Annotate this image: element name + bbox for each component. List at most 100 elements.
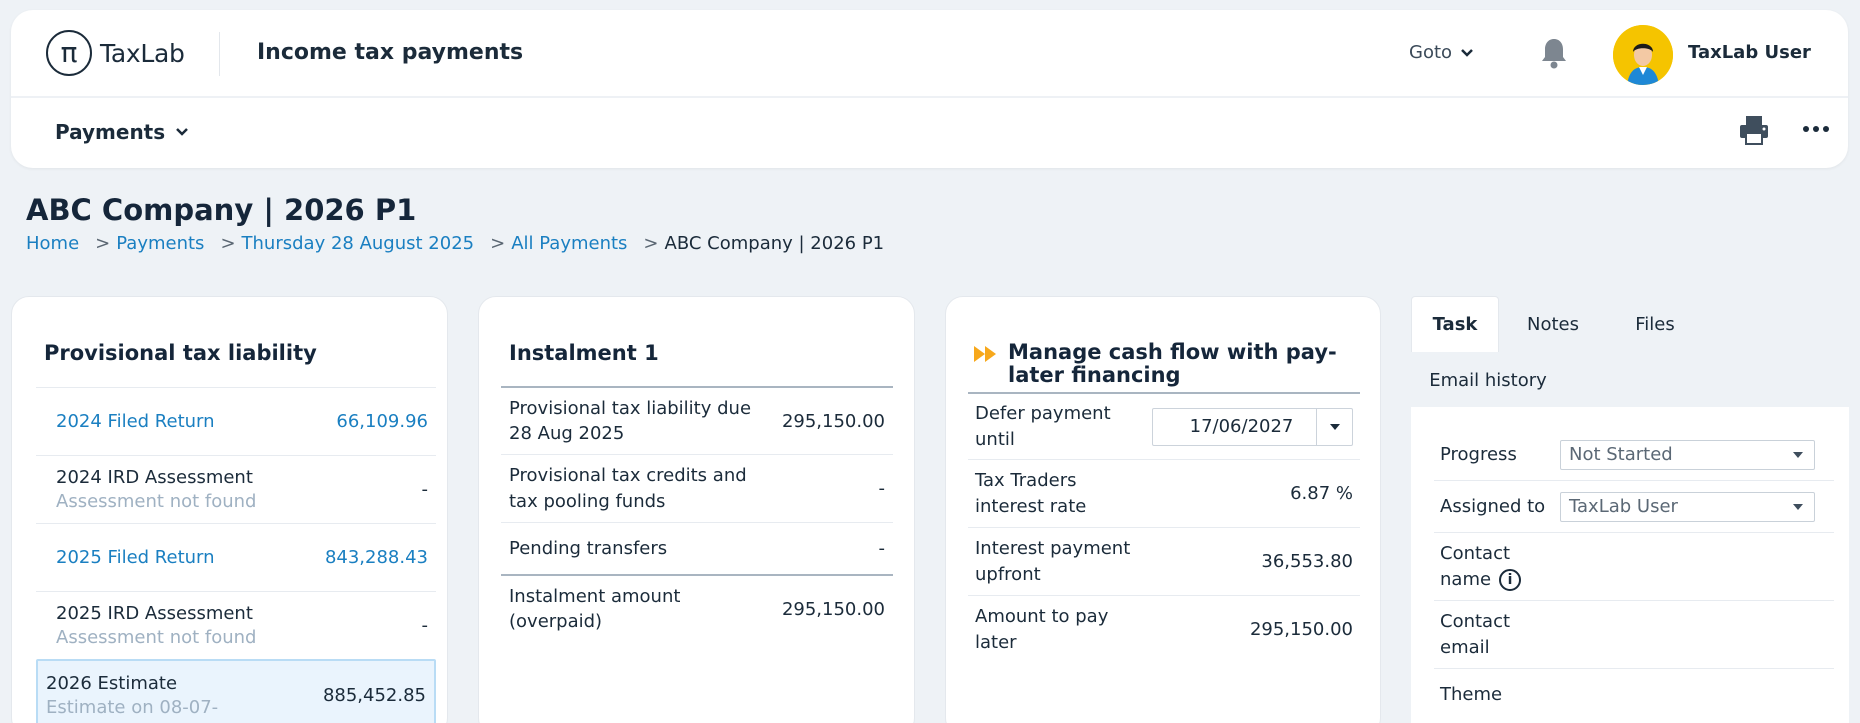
cashflow-row-value: 295,150.00 xyxy=(1249,619,1353,640)
theme-row: Theme xyxy=(1434,669,1834,721)
instalment-card: Instalment 1 Provisional tax liability d… xyxy=(478,296,915,723)
chevron-down-icon xyxy=(176,128,189,136)
payments-menu-label: Payments xyxy=(55,120,166,144)
logo[interactable]: π TaxLab xyxy=(46,30,185,76)
breadcrumb-separator: > xyxy=(490,233,506,254)
pi-logo-icon: π xyxy=(46,30,92,76)
breadcrumb-separator: > xyxy=(95,233,111,254)
breadcrumb: Home > Payments > Thursday 28 August 202… xyxy=(26,233,884,254)
instalment-row-value: - xyxy=(878,538,886,559)
breadcrumb-current: ABC Company | 2026 P1 xyxy=(664,233,885,254)
liability-row-sub: Assessment not found xyxy=(56,627,257,648)
dropdown-caret-icon xyxy=(1793,503,1803,510)
info-icon[interactable]: i xyxy=(1499,568,1522,591)
contact-name-row: Contact name i xyxy=(1434,533,1834,601)
tab-notes[interactable]: Notes xyxy=(1499,296,1607,352)
tab-email-history[interactable]: Email history xyxy=(1411,352,1565,408)
logo-text: TaxLab xyxy=(100,38,185,68)
task-panel: Progress Not Started Assigned to TaxLab … xyxy=(1411,407,1849,723)
breadcrumb-payments[interactable]: Payments xyxy=(116,233,204,254)
liability-row-value: 843,288.43 xyxy=(324,547,428,568)
cashflow-row: Tax Traders interest rate 6.87 % xyxy=(968,459,1360,527)
cashflow-row: Interest payment upfront 36,553.80 xyxy=(968,527,1360,595)
fast-forward-icon xyxy=(974,346,996,362)
instalment-row-value: 295,150.00 xyxy=(781,410,885,432)
instalment-row-value: - xyxy=(878,478,886,499)
contact-email-row: Contact email xyxy=(1434,601,1834,669)
breadcrumb-separator: > xyxy=(220,233,236,254)
defer-date-value[interactable]: 17/06/2027 xyxy=(1153,409,1316,445)
instalment-row-label: Provisional tax liability due 28 Aug 202… xyxy=(509,397,752,444)
cashflow-title-wrap: Manage cash flow with pay-later financin… xyxy=(974,340,1354,388)
cashflow-list: Defer payment until 17/06/2027 Tax Trade… xyxy=(968,392,1360,663)
assigned-row: Assigned to TaxLab User xyxy=(1434,481,1834,533)
user-name[interactable]: TaxLab User xyxy=(1688,42,1811,63)
theme-label: Theme xyxy=(1440,684,1503,706)
bell-icon[interactable] xyxy=(1539,36,1569,74)
instalment-row-label: Instalment amount (overpaid) xyxy=(509,585,681,632)
liability-row[interactable]: 2024 Filed Return 66,109.96 xyxy=(36,387,436,455)
contact-email-label: Contact email xyxy=(1440,611,1511,658)
liability-row-label[interactable]: 2024 Filed Return xyxy=(56,411,215,432)
cashflow-card: Manage cash flow with pay-later financin… xyxy=(945,296,1381,723)
liability-row-selected[interactable]: 2026 Estimate Estimate on 08-07- 885,452… xyxy=(36,659,436,723)
liability-list: 2024 Filed Return 66,109.96 2024 IRD Ass… xyxy=(36,387,436,723)
more-options-icon[interactable] xyxy=(1801,114,1831,148)
header-divider xyxy=(219,32,220,76)
liability-row-value: - xyxy=(421,615,429,636)
cashflow-row-label: Interest payment upfront xyxy=(975,538,1131,585)
contact-name-label-wrap: Contact name i xyxy=(1434,541,1534,591)
progress-label: Progress xyxy=(1440,443,1517,465)
breadcrumb-home[interactable]: Home xyxy=(26,233,79,254)
defer-date-picker[interactable]: 17/06/2027 xyxy=(1152,407,1353,446)
tab-files[interactable]: Files xyxy=(1607,296,1703,352)
cashflow-row-label: Amount to pay later xyxy=(975,606,1109,653)
liability-row-value: - xyxy=(421,479,429,500)
app-title: Income tax payments xyxy=(257,40,524,65)
assigned-value: TaxLab User xyxy=(1569,496,1678,517)
instalment-row: Pending transfers - xyxy=(501,522,893,574)
task-form: Progress Not Started Assigned to TaxLab … xyxy=(1434,429,1834,721)
liability-row-value: 66,109.96 xyxy=(336,411,428,432)
payments-menu[interactable]: Payments xyxy=(55,120,189,144)
cashflow-row-value: 36,553.80 xyxy=(1261,551,1353,572)
page-title: ABC Company | 2026 P1 xyxy=(26,193,417,227)
cashflow-title: Manage cash flow with pay-later financin… xyxy=(1008,340,1337,388)
progress-select[interactable]: Not Started xyxy=(1560,439,1815,470)
liability-row: 2025 IRD Assessment Assessment not found… xyxy=(36,591,436,659)
liability-row-sub: Estimate on 08-07- xyxy=(46,696,219,718)
breadcrumb-date[interactable]: Thursday 28 August 2025 xyxy=(242,233,475,254)
cashflow-row: Amount to pay later 295,150.00 xyxy=(968,595,1360,663)
top-bar: π TaxLab Income tax payments Goto TaxLab… xyxy=(11,10,1848,98)
cashflow-row-label: Tax Traders interest rate xyxy=(975,470,1087,517)
liability-row-label[interactable]: 2025 Filed Return xyxy=(56,547,215,568)
progress-row: Progress Not Started xyxy=(1434,429,1834,481)
breadcrumb-separator: > xyxy=(643,233,659,254)
liability-row-label: 2026 Estimate xyxy=(46,672,178,694)
instalment-row-label: Provisional tax credits and tax pooling … xyxy=(509,465,747,512)
avatar[interactable] xyxy=(1613,25,1673,85)
dropdown-caret-icon xyxy=(1793,451,1803,458)
liability-row-value: 885,452.85 xyxy=(322,684,426,706)
liability-card: Provisional tax liability 2024 Filed Ret… xyxy=(11,296,448,723)
breadcrumb-all-payments[interactable]: All Payments xyxy=(511,233,627,254)
goto-label: Goto xyxy=(1409,42,1453,63)
instalment-total-row: Instalment amount (overpaid) 295,150.00 xyxy=(501,574,893,642)
liability-row-sub: Assessment not found xyxy=(56,491,257,512)
dropdown-caret-icon[interactable] xyxy=(1316,408,1352,445)
header-card: π TaxLab Income tax payments Goto TaxLab… xyxy=(11,10,1848,168)
chevron-down-icon xyxy=(1461,48,1473,57)
liability-row: 2024 IRD Assessment Assessment not found… xyxy=(36,455,436,523)
instalment-row: Provisional tax credits and tax pooling … xyxy=(501,454,893,522)
goto-menu[interactable]: Goto xyxy=(1409,42,1474,63)
defer-row: Defer payment until 17/06/2027 xyxy=(968,392,1360,459)
printer-icon[interactable] xyxy=(1738,114,1770,150)
liability-row-label: 2024 IRD Assessment xyxy=(56,467,253,488)
liability-row[interactable]: 2025 Filed Return 843,288.43 xyxy=(36,523,436,591)
instalment-list: Provisional tax liability due 28 Aug 202… xyxy=(501,386,893,642)
tab-task[interactable]: Task xyxy=(1411,296,1499,352)
assigned-select[interactable]: TaxLab User xyxy=(1560,491,1815,522)
cashflow-row-value: 6.87 % xyxy=(1290,483,1353,504)
instalment-row-value: 295,150.00 xyxy=(781,598,885,620)
assigned-label: Assigned to xyxy=(1440,495,1546,517)
